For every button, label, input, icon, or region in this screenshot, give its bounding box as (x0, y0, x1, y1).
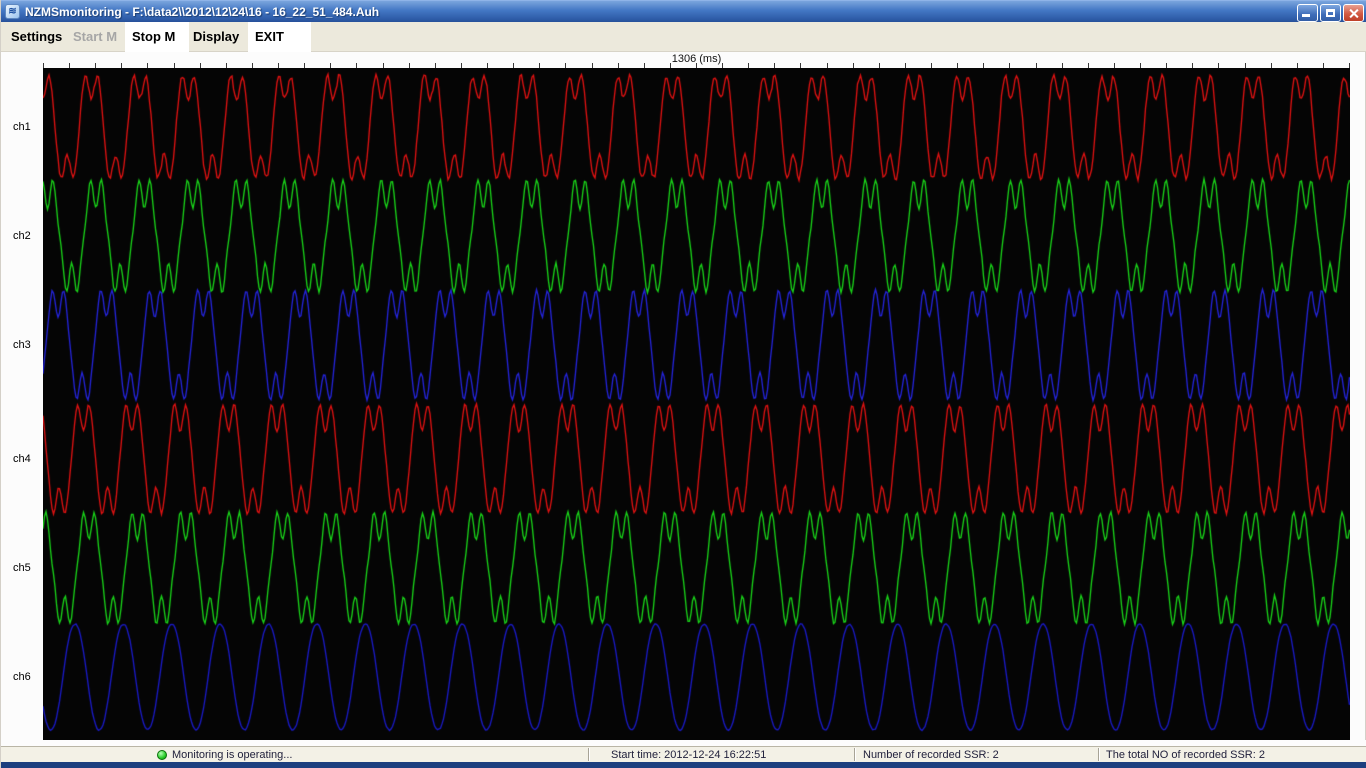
recorded-ssr-count-text: Number of recorded SSR: 2 (863, 749, 999, 761)
window-bottom-border (1, 762, 1366, 768)
restore-icon (1326, 9, 1335, 17)
monitoring-status-text: Monitoring is operating... (172, 749, 293, 761)
channel-label-ch2: ch2 (13, 230, 31, 242)
restore-button[interactable] (1320, 4, 1341, 22)
minimize-button[interactable] (1297, 4, 1318, 22)
close-button[interactable] (1343, 4, 1364, 22)
menu-item-start-monitoring: Start M (73, 29, 118, 44)
statusbar-separator (588, 748, 590, 761)
channel-label-ch6: ch6 (13, 671, 31, 683)
total-ssr-count-text: The total NO of recorded SSR: 2 (1106, 749, 1265, 761)
menu-item-settings[interactable]: Settings (11, 22, 62, 52)
menu-item-display[interactable]: Display (193, 22, 239, 52)
statusbar-separator (1098, 748, 1100, 761)
channel-label-ch5: ch5 (13, 562, 31, 574)
app-window: ≋ NZMSmonitoring - F:\data2\\2012\12\24\… (0, 0, 1366, 768)
menu-item-stop-monitoring[interactable]: Stop M (125, 22, 189, 52)
monitoring-status-dot-icon (157, 750, 167, 760)
channel-label-ch4: ch4 (13, 453, 31, 465)
waveform-canvas (43, 68, 1350, 740)
menu-item-exit[interactable]: EXIT (248, 22, 311, 52)
start-time-text: Start time: 2012-12-24 16:22:51 (611, 749, 767, 761)
status-bar: Monitoring is operating... Start time: 2… (1, 746, 1366, 762)
window-title: NZMSmonitoring - F:\data2\\2012\12\24\16… (25, 4, 380, 19)
minimize-icon (1302, 14, 1310, 17)
app-wave-icon: ≋ (5, 4, 20, 19)
channel-label-ch3: ch3 (13, 339, 31, 351)
time-axis: 1306 (ms) (43, 52, 1350, 68)
statusbar-separator (854, 748, 856, 761)
title-bar: ≋ NZMSmonitoring - F:\data2\\2012\12\24\… (1, 0, 1366, 22)
channel-label-ch1: ch1 (13, 121, 31, 133)
menu-bar: Settings Start M Stop M Display EXIT (1, 22, 1366, 52)
window-controls (1297, 4, 1364, 22)
channel-label-gutter: ch1 ch2 ch3 ch4 ch5 ch6 (1, 68, 43, 740)
